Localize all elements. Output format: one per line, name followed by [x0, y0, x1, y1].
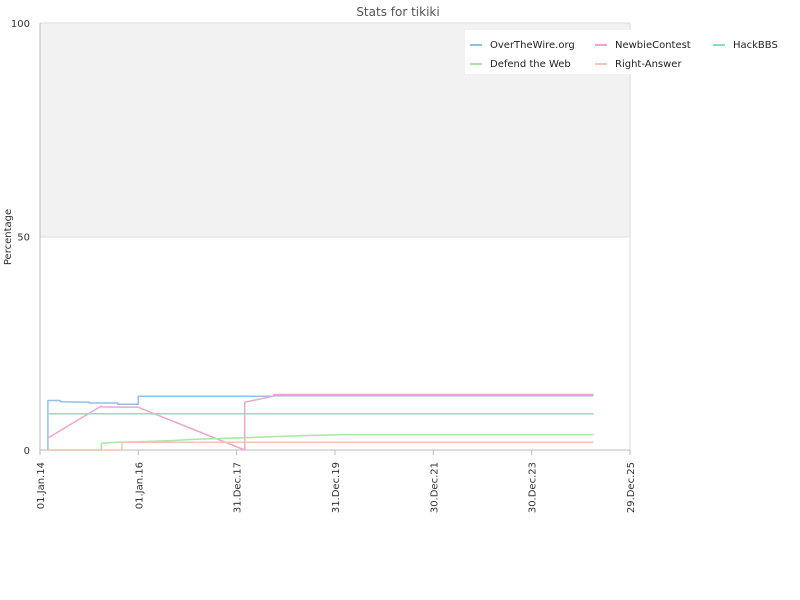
x-tick-label-1: 01.Jan.16: [134, 462, 145, 509]
legend: OverTheWire.org NewbieContest HackBBS Defen…: [465, 30, 788, 74]
x-tick-label-4: 30.Dec.21: [429, 462, 440, 513]
x-tick-label-6: 29.Dec.25: [626, 462, 637, 513]
chart-title: Stats for tikiki: [356, 5, 439, 19]
x-tick-label-3: 31.Dec.19: [331, 462, 342, 513]
chart: 0 50 100 01.Jan.14 01.Jan.16 31.Dec.17 31.Dec…: [0, 0, 800, 600]
y-tick-label-2: 100: [11, 19, 30, 30]
plot-band-lower: [40, 237, 630, 450]
legend-label-right-answer: Right-Answer: [615, 59, 682, 70]
legend-label-defend-the-web: Defend the Web: [490, 59, 571, 70]
x-tick-label-5: 30.Dec.23: [528, 462, 539, 513]
y-tick-label-0: 0: [24, 446, 30, 457]
legend-label-hackbbs: HackBBS: [733, 40, 778, 51]
legend-label-overthewire-org: OverTheWire.org: [490, 40, 575, 51]
x-tick-label-0: 01.Jan.14: [36, 462, 47, 509]
legend-label-newbiecontest: NewbieContest: [615, 40, 691, 51]
x-tick-label-2: 31.Dec.17: [233, 462, 244, 513]
y-axis-label: Percentage: [3, 209, 14, 265]
y-tick-label-1: 50: [17, 233, 30, 244]
